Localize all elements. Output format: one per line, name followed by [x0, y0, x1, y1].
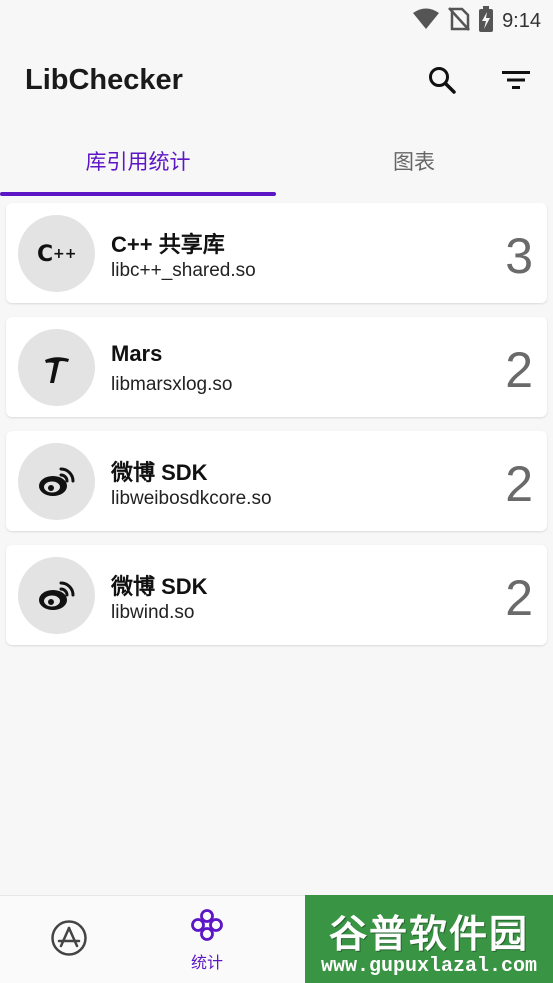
status-icons: 9:14 [412, 6, 541, 37]
watermark-title: 谷普软件园 [328, 914, 529, 956]
weibo-icon [18, 557, 95, 634]
library-count: 2 [505, 456, 533, 512]
watermark-logo: 谷普软件园 www.gupuxlazal.com [305, 895, 553, 983]
list-item[interactable]: 微博 SDK libwind.so 2 [6, 545, 547, 645]
search-icon [427, 65, 457, 100]
library-count: 2 [505, 342, 533, 398]
svg-text:C: C [37, 242, 53, 267]
app-store-icon [50, 919, 88, 962]
status-time: 9:14 [502, 10, 541, 32]
tab-bar: 库引用统计 图表 [0, 124, 553, 198]
search-button[interactable] [422, 62, 462, 102]
tab-library-stats[interactable]: 库引用统计 [0, 124, 276, 198]
battery-charging-icon [478, 6, 494, 37]
wifi-icon [412, 8, 440, 35]
nav-stats-label: 统计 [190, 954, 223, 972]
library-file: libweibosdkcore.so [111, 488, 272, 509]
cpp-icon: C ++ [18, 215, 95, 292]
library-file: libmarsxlog.so [111, 374, 233, 395]
mars-icon [18, 329, 95, 406]
list-item[interactable]: C ++ C++ 共享库 libc++_shared.so 3 [6, 203, 547, 303]
nav-stats[interactable]: 统计 [138, 896, 276, 983]
list-item[interactable]: Mars libmarsxlog.so 2 [6, 317, 547, 417]
watermark-url: www.gupuxlazal.com [320, 955, 538, 978]
nav-apps[interactable] [0, 896, 138, 983]
library-list: C ++ C++ 共享库 libc++_shared.so 3 Mars lib… [6, 203, 547, 659]
status-bar: 9:14 [0, 0, 553, 38]
library-count: 3 [505, 228, 533, 284]
filter-button[interactable] [496, 62, 536, 102]
library-count: 2 [505, 570, 533, 626]
app-bar: LibChecker [0, 38, 553, 124]
library-file: libwind.so [111, 602, 195, 623]
no-sim-icon [448, 7, 470, 36]
library-name: 微博 SDK [111, 460, 208, 485]
library-file: libc++_shared.so [111, 260, 256, 281]
weibo-icon [18, 443, 95, 520]
filter-icon [501, 68, 531, 97]
library-name: C++ 共享库 [111, 232, 225, 257]
library-name: 微博 SDK [111, 574, 208, 599]
svg-text:++: ++ [53, 246, 76, 262]
screen: 9:14 LibChecker 库引用统计 图表 C ++ C++ 共享库 li… [0, 0, 553, 983]
stats-icon [190, 908, 224, 947]
app-title: LibChecker [25, 64, 183, 96]
list-item[interactable]: 微博 SDK libweibosdkcore.so 2 [6, 431, 547, 531]
library-name: Mars [111, 341, 163, 366]
tab-chart[interactable]: 图表 [276, 124, 552, 198]
